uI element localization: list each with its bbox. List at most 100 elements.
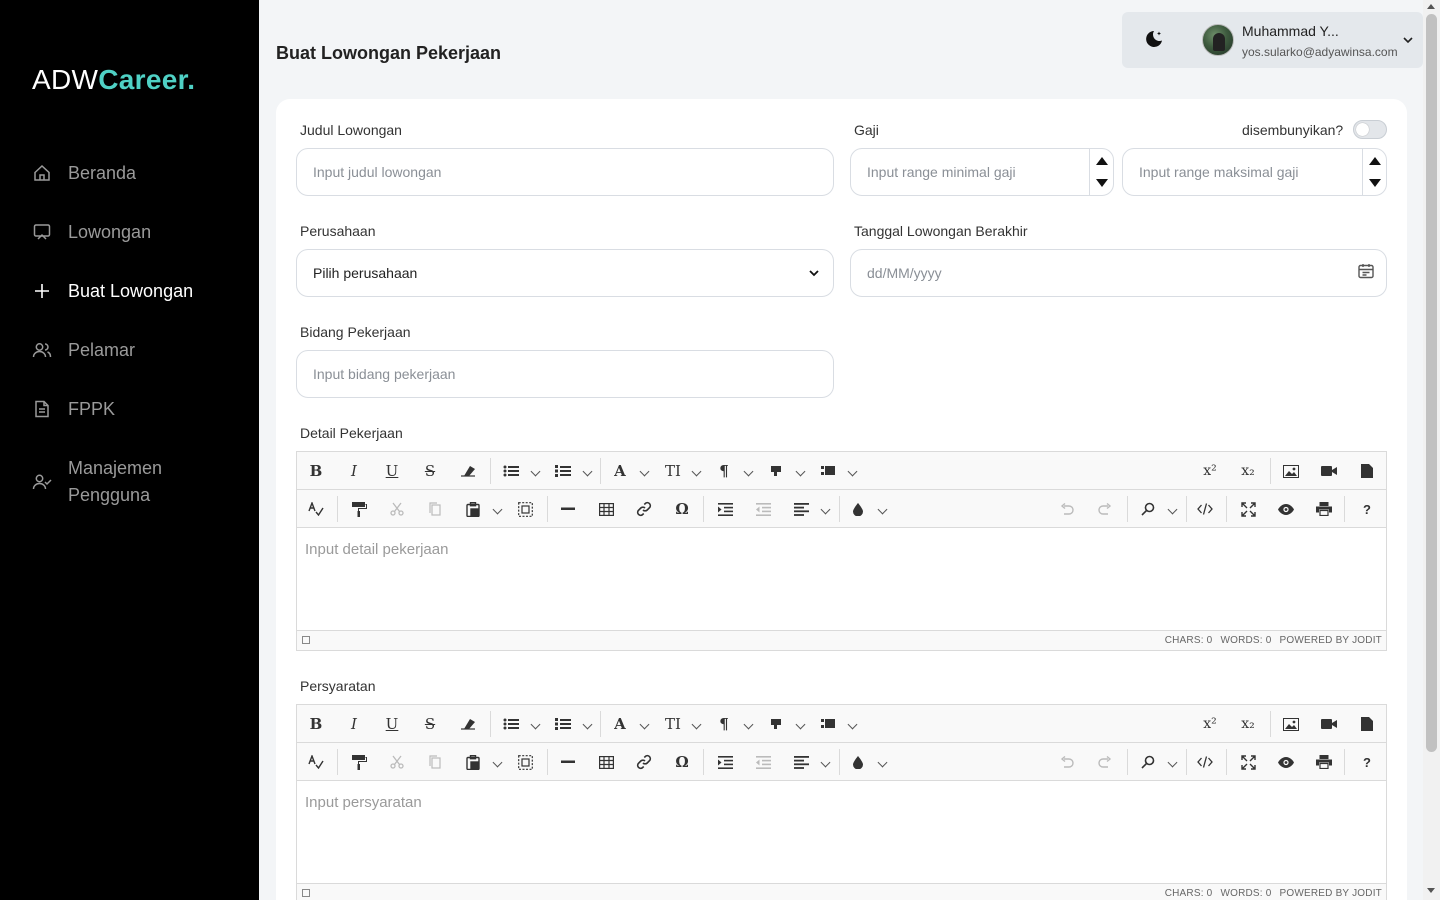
color-drop-icon[interactable] <box>850 743 866 781</box>
search-icon[interactable] <box>1140 490 1156 528</box>
sidebar-item-beranda[interactable]: Beranda <box>32 160 136 187</box>
strikethrough-button[interactable]: S <box>421 705 439 743</box>
scrollbar-thumb[interactable] <box>1426 14 1437 752</box>
redo-icon[interactable] <box>1096 743 1114 781</box>
paste-icon[interactable] <box>464 490 482 528</box>
horizontal-line-icon[interactable] <box>559 743 577 781</box>
table-icon[interactable] <box>597 490 615 528</box>
cut-icon[interactable] <box>388 490 406 528</box>
copy-icon[interactable] <box>426 743 444 781</box>
indent-icon[interactable] <box>716 490 734 528</box>
font-button[interactable]: A <box>612 705 628 743</box>
outdent-icon[interactable] <box>754 490 772 528</box>
paint-format-icon[interactable] <box>350 490 368 528</box>
arrow-down-icon[interactable] <box>1369 179 1381 187</box>
format-brush-icon[interactable] <box>768 705 784 743</box>
perusahaan-select[interactable]: Pilih perusahaan <box>296 249 834 297</box>
align-icon[interactable] <box>792 490 810 528</box>
copy-icon[interactable] <box>426 490 444 528</box>
horizontal-line-icon[interactable] <box>559 490 577 528</box>
resize-handle-icon[interactable] <box>302 889 310 897</box>
gaji-min-input[interactable]: Input range minimal gaji <box>850 148 1114 196</box>
arrow-up-icon[interactable] <box>1096 157 1108 165</box>
bullet-list-icon[interactable] <box>503 705 519 743</box>
judul-input[interactable]: Input judul lowongan <box>296 148 834 196</box>
fullscreen-icon[interactable] <box>1239 490 1257 528</box>
undo-icon[interactable] <box>1058 743 1076 781</box>
sidebar-item-fppk[interactable]: FPPK <box>32 396 115 423</box>
italic-button[interactable]: I <box>345 452 363 490</box>
page-scrollbar[interactable] <box>1423 0 1440 900</box>
strikethrough-button[interactable]: S <box>421 452 439 490</box>
bidang-input[interactable]: Input bidang pekerjaan <box>296 350 834 398</box>
eraser-icon[interactable] <box>458 705 478 743</box>
preview-eye-icon[interactable] <box>1277 490 1295 528</box>
italic-button[interactable]: I <box>345 705 363 743</box>
sidebar-item-buat-lowongan[interactable]: Buat Lowongan <box>32 278 193 305</box>
eraser-icon[interactable] <box>458 452 478 490</box>
outdent-icon[interactable] <box>754 743 772 781</box>
font-size-button[interactable]: TI <box>664 452 682 490</box>
scroll-up-arrow-icon[interactable] <box>1427 4 1435 9</box>
line-height-icon[interactable] <box>820 452 836 490</box>
powered-by-link[interactable]: POWERED BY JODIT <box>1280 635 1382 646</box>
subscript-button[interactable]: x₂ <box>1240 452 1256 490</box>
sidebar-item-lowongan[interactable]: Lowongan <box>32 219 151 246</box>
cut-icon[interactable] <box>388 743 406 781</box>
paint-format-icon[interactable] <box>350 743 368 781</box>
special-char-button[interactable]: Ω <box>673 490 691 528</box>
print-icon[interactable] <box>1315 490 1333 528</box>
help-button[interactable]: ? <box>1359 743 1375 781</box>
font-size-button[interactable]: TI <box>664 705 682 743</box>
number-spinner[interactable] <box>1089 149 1113 195</box>
paragraph-button[interactable]: ¶ <box>716 705 732 743</box>
calendar-icon[interactable] <box>1357 262 1375 285</box>
chevron-down-icon[interactable] <box>1401 33 1415 47</box>
arrow-down-icon[interactable] <box>1096 179 1108 187</box>
fullscreen-icon[interactable] <box>1239 743 1257 781</box>
resize-handle-icon[interactable] <box>302 636 310 644</box>
paste-icon[interactable] <box>464 743 482 781</box>
spellcheck-icon[interactable] <box>307 490 325 528</box>
source-code-icon[interactable] <box>1196 743 1214 781</box>
arrow-up-icon[interactable] <box>1369 157 1381 165</box>
image-icon[interactable] <box>1282 452 1300 490</box>
editor-content[interactable]: Input persyaratan <box>297 781 1386 883</box>
select-all-icon[interactable] <box>516 743 534 781</box>
tanggal-input[interactable]: dd/MM/yyyy <box>850 249 1387 297</box>
moon-icon[interactable] <box>1143 28 1165 50</box>
redo-icon[interactable] <box>1096 490 1114 528</box>
superscript-button[interactable]: x² <box>1202 705 1218 743</box>
bullet-list-icon[interactable] <box>503 452 519 490</box>
numbered-list-icon[interactable] <box>555 705 571 743</box>
source-code-icon[interactable] <box>1196 490 1214 528</box>
format-brush-icon[interactable] <box>768 452 784 490</box>
color-drop-icon[interactable] <box>850 490 866 528</box>
numbered-list-icon[interactable] <box>555 452 571 490</box>
font-button[interactable]: A <box>612 452 628 490</box>
line-height-icon[interactable] <box>820 705 836 743</box>
table-icon[interactable] <box>597 743 615 781</box>
number-spinner[interactable] <box>1362 149 1386 195</box>
select-all-icon[interactable] <box>516 490 534 528</box>
link-icon[interactable] <box>635 490 653 528</box>
file-icon[interactable] <box>1359 452 1375 490</box>
undo-icon[interactable] <box>1058 490 1076 528</box>
gaji-max-input[interactable]: Input range maksimal gaji <box>1122 148 1387 196</box>
scroll-down-arrow-icon[interactable] <box>1427 888 1435 893</box>
sidebar-item-pelamar[interactable]: Pelamar <box>32 337 135 364</box>
subscript-button[interactable]: x₂ <box>1240 705 1256 743</box>
preview-eye-icon[interactable] <box>1277 743 1295 781</box>
superscript-button[interactable]: x² <box>1202 452 1218 490</box>
indent-icon[interactable] <box>716 743 734 781</box>
powered-by-link[interactable]: POWERED BY JODIT <box>1280 888 1382 899</box>
underline-button[interactable]: U <box>383 705 401 743</box>
bold-button[interactable]: B <box>307 705 325 743</box>
editor-content[interactable]: Input detail pekerjaan <box>297 528 1386 630</box>
special-char-button[interactable]: Ω <box>673 743 691 781</box>
bold-button[interactable]: B <box>307 452 325 490</box>
spellcheck-icon[interactable] <box>307 743 325 781</box>
search-icon[interactable] <box>1140 743 1156 781</box>
help-button[interactable]: ? <box>1359 490 1375 528</box>
video-icon[interactable] <box>1320 452 1338 490</box>
